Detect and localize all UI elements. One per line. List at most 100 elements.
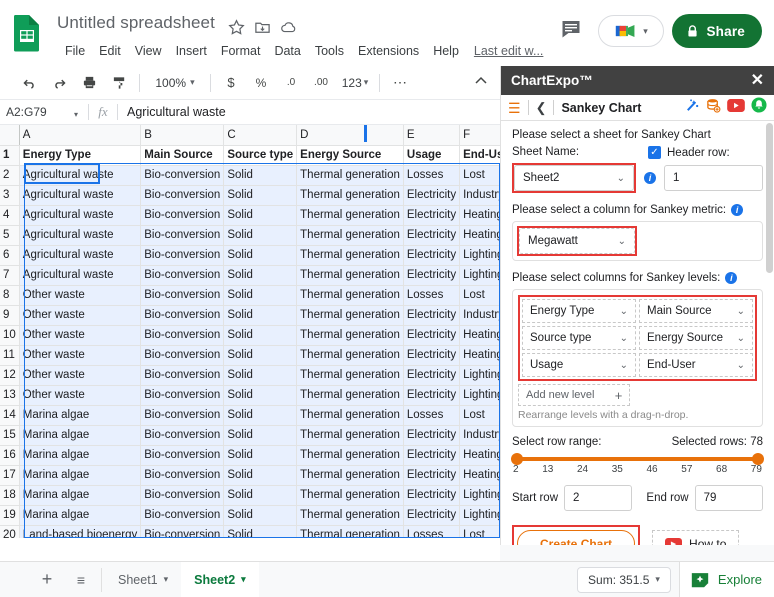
cell-e12[interactable]: Electricity <box>403 365 461 386</box>
scroll-thumb[interactable] <box>766 123 773 273</box>
spreadsheet-grid[interactable]: A B C D E F G 1 Energy Type Main Source … <box>0 125 500 538</box>
menu-extensions[interactable]: Extensions <box>351 42 426 60</box>
cell-e2[interactable]: Losses <box>403 165 461 186</box>
star-icon[interactable] <box>228 19 245 36</box>
cell-b8[interactable]: Bio-conversion <box>140 285 225 306</box>
cell-e1[interactable]: Usage <box>403 145 461 166</box>
cell-a20[interactable]: Land-based bioenergy <box>19 525 142 538</box>
cell-f5[interactable]: Heating and cooling <box>459 225 500 246</box>
cell-a1[interactable]: Energy Type <box>19 145 142 166</box>
paint-format-icon[interactable] <box>106 70 132 96</box>
cell-f17[interactable]: Heating and cooling <box>459 465 500 486</box>
sheet-tab-sheet2[interactable]: Sheet2 ▾ <box>181 561 259 597</box>
cell-d20[interactable]: Thermal generation <box>296 525 404 538</box>
cell-e15[interactable]: Electricity <box>403 425 461 446</box>
explore-button[interactable]: Explore <box>678 561 774 597</box>
menu-data[interactable]: Data <box>267 42 307 60</box>
cell-a17[interactable]: Marina algae <box>19 465 142 486</box>
cell-d5[interactable]: Thermal generation <box>296 225 404 246</box>
sheet-tab-sheet1[interactable]: Sheet1 ▾ <box>105 562 181 597</box>
zoom-control[interactable]: 100% ▾ <box>147 70 203 96</box>
cell-c15[interactable]: Solid <box>223 425 298 446</box>
cell-c12[interactable]: Solid <box>223 365 298 386</box>
cell-b4[interactable]: Bio-conversion <box>140 205 225 226</box>
cell-a14[interactable]: Marina algae <box>19 405 142 426</box>
name-box[interactable]: A2:G79 ▾ <box>0 100 88 124</box>
row-header[interactable]: 12 <box>0 365 20 386</box>
cell-e10[interactable]: Electricity <box>403 325 461 346</box>
cell-e8[interactable]: Losses <box>403 285 461 306</box>
cell-c10[interactable]: Solid <box>223 325 298 346</box>
back-chevron-icon[interactable]: ❮ <box>536 100 547 116</box>
cell-f12[interactable]: Lighting & appliances <box>459 365 500 386</box>
cell-e3[interactable]: Electricity <box>403 185 461 206</box>
cell-c14[interactable]: Solid <box>223 405 298 426</box>
column-header-d[interactable]: D <box>296 125 404 146</box>
cell-b10[interactable]: Bio-conversion <box>140 325 225 346</box>
cell-f14[interactable]: Lost <box>459 405 500 426</box>
cell-a6[interactable]: Agricultural waste <box>19 245 142 266</box>
cell-e7[interactable]: Electricity <box>403 265 461 286</box>
menu-view[interactable]: View <box>128 42 169 60</box>
cell-a11[interactable]: Other waste <box>19 345 142 366</box>
number-format-button[interactable]: 123 ▾ <box>338 70 372 96</box>
more-options-button[interactable]: ⋯ <box>387 70 413 96</box>
cell-e18[interactable]: Electricity <box>403 485 461 506</box>
chevron-down-icon[interactable]: ▾ <box>164 574 169 585</box>
cell-a5[interactable]: Agricultural waste <box>19 225 142 246</box>
cell-a3[interactable]: Agricultural waste <box>19 185 142 206</box>
cell-d7[interactable]: Thermal generation <box>296 265 404 286</box>
header-row-checkbox[interactable]: ✓ <box>648 146 661 159</box>
cell-f4[interactable]: Heating and cooling <box>459 205 500 226</box>
cell-c17[interactable]: Solid <box>223 465 298 486</box>
cell-c3[interactable]: Solid <box>223 185 298 206</box>
cell-b7[interactable]: Bio-conversion <box>140 265 225 286</box>
formula-input[interactable]: Agricultural waste <box>118 105 226 119</box>
level-item-energy-type[interactable]: Energy Type ⌄ <box>522 299 636 323</box>
bell-icon[interactable] <box>751 97 767 118</box>
menu-tools[interactable]: Tools <box>308 42 351 60</box>
row-header[interactable]: 6 <box>0 245 20 266</box>
cell-a15[interactable]: Marina algae <box>19 425 142 446</box>
cell-b14[interactable]: Bio-conversion <box>140 405 225 426</box>
cell-b6[interactable]: Bio-conversion <box>140 245 225 266</box>
cell-a16[interactable]: Marina algae <box>19 445 142 466</box>
info-icon[interactable]: i <box>644 172 656 184</box>
select-all-corner[interactable] <box>0 125 20 146</box>
cell-f18[interactable]: Lighting & appliances <box>459 485 500 506</box>
row-header[interactable]: 1 <box>0 145 20 166</box>
cell-c4[interactable]: Solid <box>223 205 298 226</box>
cell-d13[interactable]: Thermal generation <box>296 385 404 406</box>
cell-b13[interactable]: Bio-conversion <box>140 385 225 406</box>
menu-help[interactable]: Help <box>426 42 466 60</box>
cell-d3[interactable]: Thermal generation <box>296 185 404 206</box>
cell-b5[interactable]: Bio-conversion <box>140 225 225 246</box>
cell-d8[interactable]: Thermal generation <box>296 285 404 306</box>
cell-f9[interactable]: Industry <box>459 305 500 326</box>
cell-a19[interactable]: Marina algae <box>19 505 142 526</box>
cell-d4[interactable]: Thermal generation <box>296 205 404 226</box>
cell-a18[interactable]: Marina algae <box>19 485 142 506</box>
cell-c18[interactable]: Solid <box>223 485 298 506</box>
share-button[interactable]: Share <box>672 14 762 48</box>
row-header[interactable]: 4 <box>0 205 20 226</box>
row-header[interactable]: 19 <box>0 505 20 526</box>
cell-b3[interactable]: Bio-conversion <box>140 185 225 206</box>
cell-e4[interactable]: Electricity <box>403 205 461 226</box>
cell-d18[interactable]: Thermal generation <box>296 485 404 506</box>
print-icon[interactable] <box>76 70 102 96</box>
cell-f7[interactable]: Lighting & appliances <box>459 265 500 286</box>
cell-d19[interactable]: Thermal generation <box>296 505 404 526</box>
move-to-folder-icon[interactable] <box>254 19 271 36</box>
cell-f10[interactable]: Heating and cooling <box>459 325 500 346</box>
level-item-source-type[interactable]: Source type ⌄ <box>522 326 636 350</box>
redo-icon[interactable] <box>46 70 72 96</box>
cell-c8[interactable]: Solid <box>223 285 298 306</box>
row-header[interactable]: 10 <box>0 325 20 346</box>
sum-status-chip[interactable]: Sum: 351.5 ▾ <box>577 566 671 593</box>
cell-c2[interactable]: Solid <box>223 165 298 186</box>
all-sheets-button[interactable]: ≡ <box>64 563 98 597</box>
magic-wand-icon[interactable] <box>684 98 700 118</box>
cell-d1[interactable]: Energy Source <box>296 145 404 166</box>
row-header[interactable]: 8 <box>0 285 20 306</box>
